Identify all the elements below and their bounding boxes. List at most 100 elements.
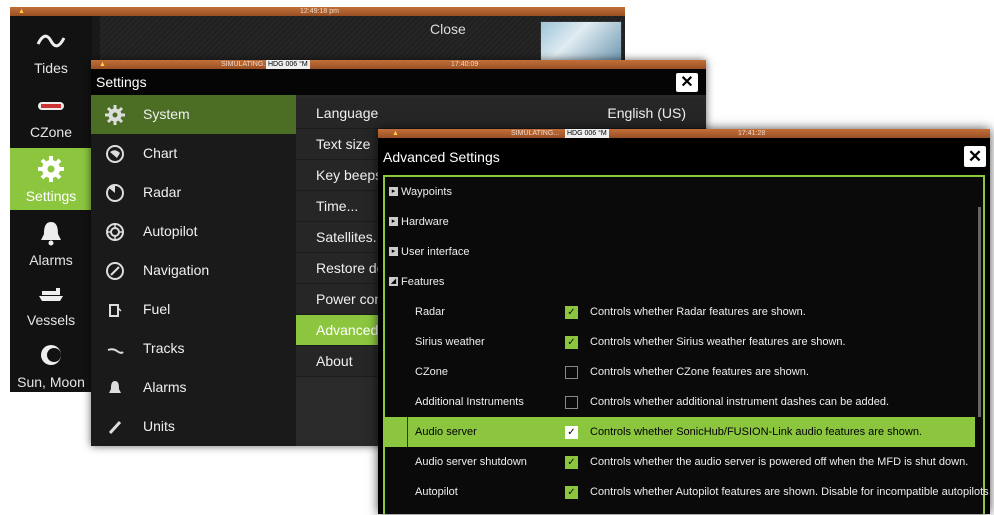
feature-description: Controls whether Radar features are show… — [590, 306, 806, 318]
feature-description: Controls whether the audio server is pow… — [590, 456, 969, 468]
radar-icon — [106, 184, 124, 202]
feature-checkbox[interactable]: ✓ — [565, 456, 578, 469]
compass-icon — [106, 262, 124, 280]
setting-label: Language — [316, 105, 379, 121]
setting-label: Time... — [316, 198, 359, 214]
feature-checkbox[interactable] — [565, 396, 578, 409]
expand-icon[interactable]: ▸ — [389, 217, 398, 226]
feature-row-radar[interactable]: Radar ✓ Controls whether Radar features … — [385, 297, 975, 327]
home-item-alarms[interactable]: Alarms — [10, 212, 92, 274]
advanced-settings-window: ▲ SIMULATING... HDG 006 °M 17:41:28 Adva… — [378, 129, 990, 514]
home-clock: 12:49:18 pm — [300, 8, 339, 15]
menu-item-autopilot[interactable]: Autopilot — [91, 212, 296, 251]
feature-checkbox[interactable]: ✓ — [565, 336, 578, 349]
feature-row-autopilot[interactable]: Autopilot ✓ Controls whether Autopilot f… — [385, 477, 989, 507]
tree-node-user-interface[interactable]: ▸ User interface — [385, 237, 975, 267]
feature-row-sirius-weather[interactable]: Sirius weather ✓ Controls whether Sirius… — [385, 327, 975, 357]
setting-label: Key beeps — [316, 167, 383, 183]
settings-clock: 17:40:09 — [451, 61, 479, 68]
feature-checkbox[interactable]: ✓ — [565, 486, 578, 499]
setting-label: About — [316, 353, 353, 369]
home-item-label: Vessels — [26, 312, 76, 328]
menu-item-navigation[interactable]: Navigation — [91, 251, 296, 290]
home-item-sun-moon[interactable]: Sun, Moon — [10, 334, 92, 392]
menu-item-radar[interactable]: Radar — [91, 173, 296, 212]
home-item-label: Sun, Moon — [17, 374, 85, 390]
advanced-status-bar: ▲ SIMULATING... HDG 006 °M 17:41:28 — [378, 129, 990, 138]
feature-description: Controls whether Sirius weather features… — [590, 336, 846, 348]
menu-item-label: Navigation — [143, 262, 210, 278]
warning-icon: ▲ — [99, 61, 106, 68]
heading-readout: HDG 006 °M — [565, 129, 609, 138]
home-sidebar: Tides CZone Settings Alarms Vessels Sun,… — [10, 16, 92, 392]
feature-name: Audio server shutdown — [415, 456, 527, 468]
tree-node-waypoints[interactable]: ▸ Waypoints — [385, 177, 975, 207]
autopilot-icon — [106, 223, 124, 241]
menu-item-label: Tracks — [143, 340, 185, 356]
setting-label: Restore de — [316, 260, 385, 276]
home-item-label: CZone — [29, 124, 73, 140]
tree-node-label: Waypoints — [401, 186, 452, 198]
feature-description: Controls whether Autopilot features are … — [590, 486, 989, 498]
close-button[interactable]: Close — [430, 21, 466, 37]
bell-icon — [109, 381, 121, 393]
feature-row-audio-server-shutdown[interactable]: Audio server shutdown ✓ Controls whether… — [385, 447, 975, 477]
ruler-icon — [108, 420, 122, 435]
tree-node-label: Features — [401, 276, 445, 288]
feature-checkbox[interactable]: ✓ — [565, 306, 578, 319]
sun-moon-icon — [41, 345, 61, 365]
close-icon[interactable]: ✕ — [676, 73, 698, 92]
setting-language[interactable]: Language English (US) — [296, 98, 706, 129]
menu-item-fuel[interactable]: Fuel — [91, 290, 296, 329]
czone-logo — [38, 102, 64, 110]
tree-node-features[interactable]: ◢ Features — [385, 267, 975, 297]
settings-title-bar: Settings — [91, 69, 706, 95]
home-status-bar: ▲ 12:49:18 pm — [10, 7, 625, 16]
home-item-vessels[interactable]: Vessels — [10, 272, 92, 334]
feature-description: Controls whether SonicHub/FUSION-Link au… — [590, 426, 922, 438]
vessels-icon — [39, 288, 63, 301]
home-item-label: Tides — [34, 60, 68, 76]
advanced-settings-panel: ▸ Waypoints ▸ Hardware ▸ User interface … — [383, 175, 989, 514]
heading-readout: HDG 006 °M — [266, 60, 310, 69]
feature-row-additional-instruments[interactable]: Additional Instruments Controls whether … — [385, 387, 975, 417]
home-item-tides[interactable]: Tides — [10, 20, 92, 82]
setting-label: Power con — [316, 291, 383, 307]
sim-status: SIMULATING... — [511, 130, 560, 137]
feature-name: Sirius weather — [415, 336, 485, 348]
settings-status-bar: ▲ SIMULATING... HDG 006 °M 17:40:09 — [91, 60, 706, 69]
home-item-czone[interactable]: CZone — [10, 84, 92, 146]
feature-description: Controls whether CZone features are show… — [590, 366, 809, 378]
collapse-icon[interactable]: ◢ — [389, 277, 398, 286]
feature-checkbox[interactable] — [565, 366, 578, 379]
feature-name: Autopilot — [415, 486, 458, 498]
feature-name: CZone — [415, 366, 449, 378]
expand-icon[interactable]: ▸ — [389, 187, 398, 196]
expand-icon[interactable]: ▸ — [389, 247, 398, 256]
menu-item-tracks[interactable]: Tracks — [91, 329, 296, 368]
warning-icon: ▲ — [392, 130, 399, 137]
settings-menu: System Chart Radar Autopilot Navigation … — [91, 95, 296, 446]
tree-node-hardware[interactable]: ▸ Hardware — [385, 207, 975, 237]
chart-thumbnail[interactable] — [540, 21, 622, 63]
home-item-settings[interactable]: Settings — [10, 148, 92, 210]
home-item-label: Settings — [25, 188, 77, 204]
feature-description: Controls whether additional instrument d… — [590, 396, 890, 408]
menu-item-chart[interactable]: Chart — [91, 134, 296, 173]
menu-item-alarms[interactable]: Alarms — [91, 368, 296, 407]
gear-icon — [105, 105, 125, 125]
feature-row-audio-server[interactable]: Audio server ✓ Controls whether SonicHub… — [385, 417, 975, 447]
fuel-pump-icon — [109, 304, 122, 317]
scrollbar[interactable] — [978, 207, 981, 417]
menu-item-units[interactable]: Units — [91, 407, 296, 446]
feature-name: Radar — [415, 306, 445, 318]
menu-item-label: Chart — [143, 145, 178, 161]
tree-node-label: User interface — [401, 246, 470, 258]
setting-label: Text size — [316, 136, 371, 152]
feature-row-czone[interactable]: CZone Controls whether CZone features ar… — [385, 357, 975, 387]
feature-checkbox[interactable]: ✓ — [565, 426, 578, 439]
page-title: Advanced Settings — [383, 149, 500, 165]
menu-item-system[interactable]: System — [91, 95, 296, 134]
close-icon[interactable]: ✕ — [964, 146, 986, 167]
home-item-label: Alarms — [29, 252, 73, 268]
